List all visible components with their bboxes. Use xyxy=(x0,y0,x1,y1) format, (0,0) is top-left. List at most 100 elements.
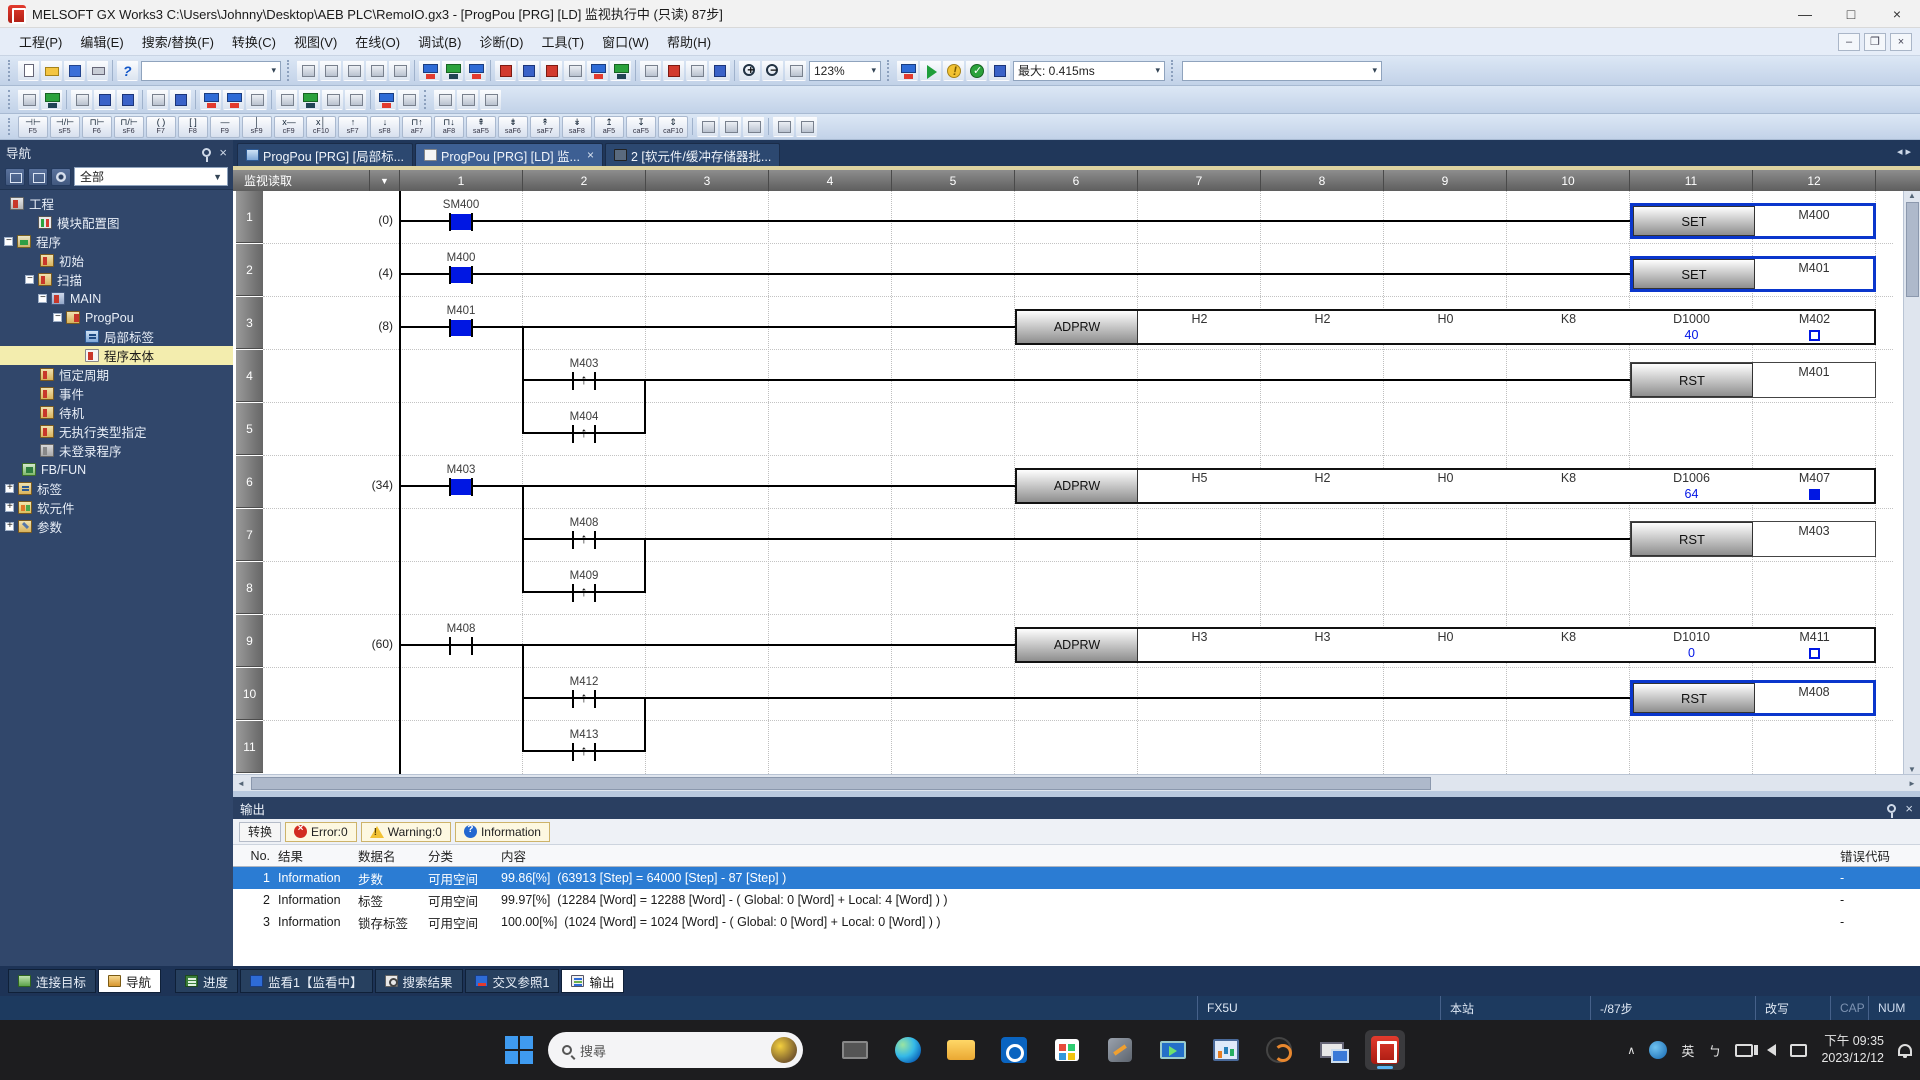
ladder-symbol-button[interactable]: ⊓↑aF7 xyxy=(402,116,432,138)
new-project-button[interactable] xyxy=(18,60,39,81)
module-config-button[interactable] xyxy=(71,89,92,110)
device-statement-button[interactable] xyxy=(465,60,486,81)
menu-item[interactable]: 工具(T) xyxy=(532,28,593,55)
vertical-scrollbar[interactable]: ▲ ▼ xyxy=(1903,191,1920,774)
tree-filter-select[interactable]: 全部▼ xyxy=(74,167,228,186)
comment-button[interactable] xyxy=(743,116,764,137)
find-combo[interactable]: ▾ xyxy=(1182,61,1382,81)
search-device-button[interactable] xyxy=(398,89,419,110)
menu-item[interactable]: 搜索/替换(F) xyxy=(133,28,223,55)
tree-item[interactable]: 未登录程序 xyxy=(0,441,233,460)
start-button[interactable] xyxy=(505,1036,533,1064)
comment-edit-button[interactable] xyxy=(345,89,366,110)
tree-item[interactable]: ProgPou xyxy=(0,308,233,327)
dock-tab[interactable]: 监看1【监看中】 xyxy=(240,969,372,993)
rst-instruction[interactable]: RST M403 xyxy=(1630,521,1876,557)
maximize-button[interactable]: □ xyxy=(1828,0,1874,27)
simulation-start-button[interactable] xyxy=(920,60,941,81)
pin-icon[interactable] xyxy=(1887,804,1896,813)
adprw-instruction[interactable]: ADPRW H3 H3 H0 K8 D10100 M411 xyxy=(1015,627,1876,663)
ladder-symbol-button[interactable]: ⇞saF5 xyxy=(466,116,496,138)
scrollbar-thumb[interactable] xyxy=(251,777,1431,790)
set-instruction[interactable]: SET M400 xyxy=(1630,203,1876,239)
tree-item[interactable]: 初始 xyxy=(0,251,233,270)
information-filter-button[interactable]: Information xyxy=(455,822,550,842)
notification-bell-icon[interactable] xyxy=(1898,1044,1912,1056)
tree-item[interactable]: 软元件 xyxy=(0,498,233,517)
ladder-symbol-button[interactable]: [ ]F8 xyxy=(178,116,208,138)
contact-normally-open[interactable]: M400 ↑ xyxy=(421,252,501,284)
adprw-instruction[interactable]: ADPRW H2 H2 H0 K8 D100040 M402 xyxy=(1015,309,1876,345)
menu-item[interactable]: 编辑(E) xyxy=(71,28,132,55)
inline-st-button[interactable] xyxy=(697,116,718,137)
ime-language-indicator[interactable]: 英 xyxy=(1681,1041,1694,1060)
ladder-symbol-button[interactable]: x—cF9 xyxy=(274,116,304,138)
menu-item[interactable]: 视图(V) xyxy=(285,28,346,55)
contact-rising-edge[interactable]: M404 ↑ xyxy=(544,411,624,443)
output-row[interactable]: 2 Information 标签 可用空间 99.97[%] (12284 [W… xyxy=(233,889,1920,911)
rst-instruction[interactable]: RST M401 xyxy=(1630,362,1876,398)
taskbar-app-explorer[interactable] xyxy=(941,1030,981,1070)
taskbar-app-monitor[interactable] xyxy=(1153,1030,1193,1070)
tree-item[interactable]: 扫描 xyxy=(0,270,233,289)
taskbar-app-gx-works3[interactable] xyxy=(1365,1030,1405,1070)
docking-window2-button[interactable] xyxy=(457,89,478,110)
check-program-button[interactable] xyxy=(966,60,987,81)
close-button[interactable]: × xyxy=(1874,0,1920,27)
tray-volume-icon[interactable] xyxy=(1767,1044,1776,1056)
ladder-symbol-button[interactable]: ( )F7 xyxy=(146,116,176,138)
expand-icon[interactable] xyxy=(4,237,13,246)
taskbar-clock[interactable]: 下午 09:35 2023/12/12 xyxy=(1821,1033,1884,1067)
expand-icon[interactable] xyxy=(5,503,14,512)
device-memory-button[interactable] xyxy=(442,60,463,81)
taskbar-app-edge[interactable] xyxy=(888,1030,928,1070)
undo-button[interactable] xyxy=(366,60,387,81)
ladder-symbol-button[interactable]: │sF9 xyxy=(242,116,272,138)
expand-all-button[interactable] xyxy=(28,168,48,186)
edit-mode-button[interactable] xyxy=(720,116,741,137)
ladder-symbol-button[interactable]: ↧caF5 xyxy=(626,116,656,138)
scan-time-combo[interactable]: 最大: 0.415ms▾ xyxy=(1013,61,1165,81)
tree-item[interactable]: 参数 xyxy=(0,517,233,536)
tree-item[interactable]: MAIN xyxy=(0,289,233,308)
watch-register-button[interactable] xyxy=(587,60,608,81)
contact-rising-edge[interactable]: M408 ↑ xyxy=(544,517,624,549)
expand-icon[interactable] xyxy=(38,294,47,303)
verify-button[interactable] xyxy=(541,60,562,81)
find-device-button[interactable] xyxy=(147,89,168,110)
tray-display-icon[interactable] xyxy=(1735,1044,1753,1057)
tree-item[interactable]: 待机 xyxy=(0,403,233,422)
tree-item[interactable]: 恒定周期 xyxy=(0,365,233,384)
tree-item[interactable]: 工程 xyxy=(0,194,233,213)
tab-scroll-arrows[interactable]: ◂▸ xyxy=(1897,145,1914,158)
paste-button[interactable] xyxy=(343,60,364,81)
dock-tab[interactable]: 输出 xyxy=(561,969,624,993)
child-close-button[interactable]: × xyxy=(1890,33,1912,51)
close-panel-icon[interactable] xyxy=(1905,801,1913,816)
expand-icon[interactable] xyxy=(5,522,14,531)
ladder-symbol-button[interactable]: ⇕caF10 xyxy=(658,116,688,138)
statement-button[interactable] xyxy=(773,116,794,137)
convert-tab[interactable]: 转换 xyxy=(239,822,281,842)
tree-item[interactable]: 无执行类型指定 xyxy=(0,422,233,441)
output-row[interactable]: 1 Information 步数 可用空间 99.86[%] (63913 [S… xyxy=(233,867,1920,889)
note-display-button[interactable] xyxy=(246,89,267,110)
expand-icon[interactable] xyxy=(5,484,14,493)
ladder-symbol-button[interactable]: ⊓↓aF8 xyxy=(434,116,464,138)
tab-device-buffer[interactable]: 2 [软元件/缓冲存储器批... xyxy=(605,143,780,166)
dock-tab[interactable]: 导航 xyxy=(98,969,161,993)
taskbar-app-chart[interactable] xyxy=(1206,1030,1246,1070)
tree-item[interactable]: 模块配置图 xyxy=(0,213,233,232)
rst-instruction[interactable]: RST M408 xyxy=(1630,680,1876,716)
ladder-symbol-button[interactable]: ↑sF7 xyxy=(338,116,368,138)
taskbar-app-tools[interactable] xyxy=(1100,1030,1140,1070)
copy-button[interactable] xyxy=(320,60,341,81)
tree-item[interactable]: 程序 xyxy=(0,232,233,251)
tree-item[interactable]: 事件 xyxy=(0,384,233,403)
close-panel-icon[interactable] xyxy=(219,145,227,160)
statement-display-button[interactable] xyxy=(223,89,244,110)
docking-window3-button[interactable] xyxy=(480,89,501,110)
taskbar-app-desktop[interactable] xyxy=(835,1030,875,1070)
taskbar-app-dark[interactable] xyxy=(1259,1030,1299,1070)
dock-tab[interactable]: 搜索结果 xyxy=(375,969,463,993)
